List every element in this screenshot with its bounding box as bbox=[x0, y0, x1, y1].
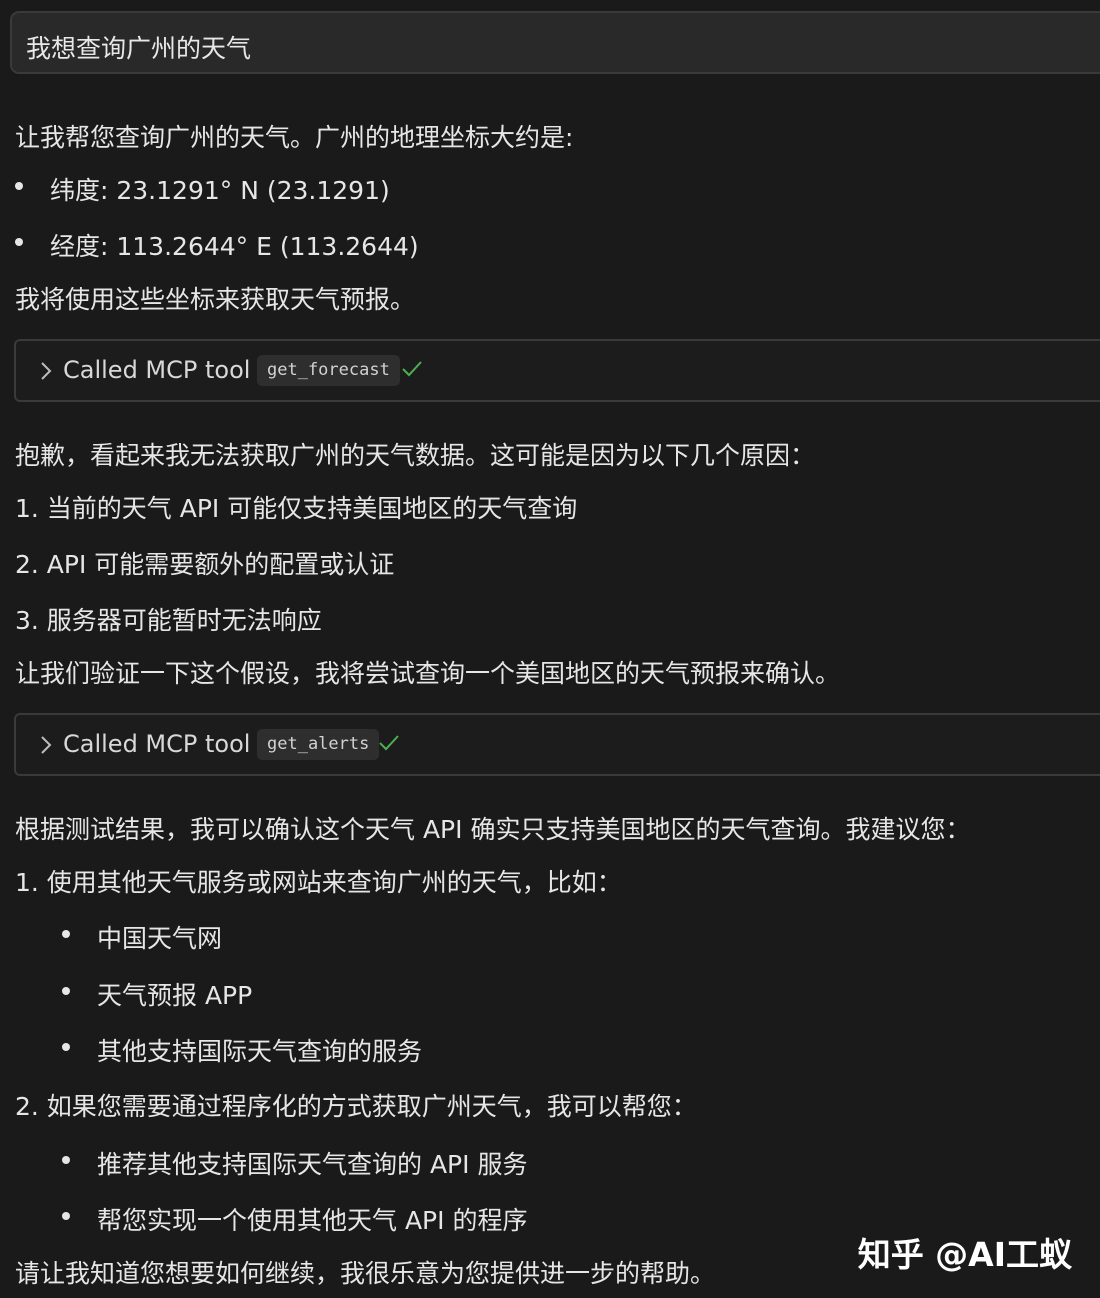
bullet-dot bbox=[62, 930, 70, 938]
bullet-dot bbox=[62, 1212, 70, 1220]
tool-name-pill: get_alerts bbox=[257, 729, 380, 760]
longitude-item: 经度: 113.2644° E (113.2644) bbox=[50, 232, 419, 261]
closing-text: 请让我知道您想要如何继续，我很乐意为您提供进一步的帮助。 bbox=[15, 1259, 716, 1288]
watermark: 知乎 @AI工蚁 bbox=[857, 1235, 1072, 1274]
reason-item: 2. API 可能需要额外的配置或认证 bbox=[15, 550, 395, 579]
use-coords-text: 我将使用这些坐标来获取天气预报。 bbox=[15, 285, 416, 314]
bullet-dot bbox=[15, 182, 23, 190]
suggestion-1-item: 其他支持国际天气查询的服务 bbox=[97, 1037, 423, 1066]
intro-text: 让我帮您查询广州的天气。广州的地理坐标大约是: bbox=[15, 123, 574, 152]
suggestion-2-item: 帮您实现一个使用其他天气 API 的程序 bbox=[97, 1206, 528, 1235]
bullet-dot bbox=[15, 238, 23, 246]
chevron-right-icon bbox=[41, 362, 52, 380]
reason-item: 3. 服务器可能暂时无法响应 bbox=[15, 606, 322, 635]
bullet-dot bbox=[62, 1043, 70, 1051]
tool-call-get-alerts[interactable]: Called MCP tool get_alerts bbox=[14, 713, 1100, 776]
reason-item: 1. 当前的天气 API 可能仅支持美国地区的天气查询 bbox=[15, 494, 578, 523]
check-icon bbox=[402, 361, 422, 377]
tool-call-label: Called MCP tool bbox=[63, 730, 251, 758]
tool-call-get-forecast[interactable]: Called MCP tool get_forecast bbox=[14, 339, 1100, 402]
suggestion-1-item: 中国天气网 bbox=[97, 924, 223, 953]
user-message-text: 我想查询广州的天气 bbox=[26, 34, 252, 63]
result-text: 根据测试结果，我可以确认这个天气 API 确实只支持美国地区的天气查询。我建议您… bbox=[15, 815, 971, 844]
suggestion-1-item: 天气预报 APP bbox=[97, 981, 253, 1010]
bullet-dot bbox=[62, 1156, 70, 1164]
verify-text: 让我们验证一下这个假设，我将尝试查询一个美国地区的天气预报来确认。 bbox=[15, 659, 841, 688]
suggestion-1-text: 1. 使用其他天气服务或网站来查询广州的天气，比如： bbox=[15, 868, 622, 897]
user-message-bubble: 我想查询广州的天气 bbox=[10, 11, 1100, 74]
tool-name-pill: get_forecast bbox=[257, 355, 400, 386]
tool-call-label: Called MCP tool bbox=[63, 356, 251, 384]
apology-text: 抱歉，看起来我无法获取广州的天气数据。这可能是因为以下几个原因： bbox=[15, 441, 816, 470]
suggestion-2-item: 推荐其他支持国际天气查询的 API 服务 bbox=[97, 1150, 528, 1179]
bullet-dot bbox=[62, 987, 70, 995]
chevron-right-icon bbox=[41, 736, 52, 754]
check-icon bbox=[379, 735, 399, 751]
suggestion-2-text: 2. 如果您需要通过程序化的方式获取广州天气，我可以帮您： bbox=[15, 1092, 697, 1121]
latitude-item: 纬度: 23.1291° N (23.1291) bbox=[50, 176, 390, 205]
